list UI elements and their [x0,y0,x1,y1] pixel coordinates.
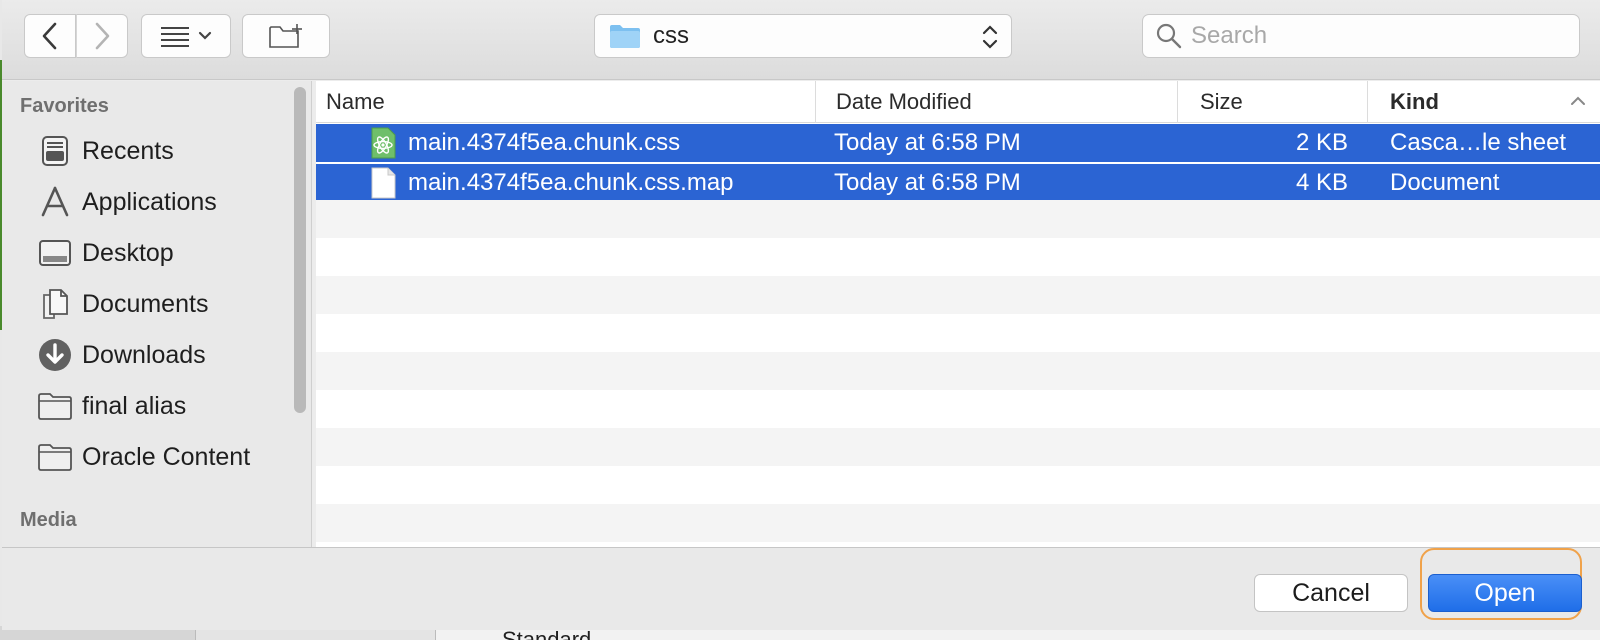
empty-row [316,352,1600,390]
sort-ascending-icon [1571,96,1585,105]
empty-row [316,466,1600,504]
applications-icon [36,183,74,221]
file-name: main.4374f5ea.chunk.css [408,129,681,156]
up-down-arrows-icon [982,25,998,49]
search-input[interactable] [1191,22,1551,50]
file-kind: Document [1390,169,1500,196]
view-options-button[interactable] [141,14,231,58]
file-name: main.4374f5ea.chunk.css.map [408,169,734,196]
file-size: 2 KB [1295,129,1348,156]
sidebar-item-recents[interactable]: Recents [36,127,286,175]
empty-row [316,428,1600,466]
new-folder-icon [269,24,302,48]
empty-row [316,504,1600,542]
empty-row [316,314,1600,352]
location-label: css [653,22,689,49]
sidebar-item-label: Oracle Content [82,442,251,471]
css-file-icon [370,124,398,162]
column-header-name[interactable]: Name [316,81,816,123]
sidebar-item-label: Recents [82,136,174,165]
new-folder-button[interactable] [242,14,330,58]
file-kind: Casca…le sheet [1390,129,1567,156]
cancel-button[interactable]: Cancel [1254,574,1408,612]
open-button[interactable]: Open [1428,574,1582,612]
sidebar: Favorites Recents Applications Desktop D… [2,81,312,547]
file-rows: main.4374f5ea.chunk.css Today at 6:58 PM… [316,124,1600,542]
documents-icon [36,285,74,323]
table-row[interactable]: main.4374f5ea.chunk.css Today at 6:58 PM… [316,124,1600,162]
empty-row [316,238,1600,276]
chevron-right-icon [95,22,110,50]
column-header-date-modified[interactable]: Date Modified [816,81,1178,123]
background-text: Standard [502,627,592,640]
sidebar-item-label: final alias [82,391,187,420]
column-headers: Name Date Modified Size Kind [316,81,1600,123]
empty-row [316,200,1600,238]
file-date: Today at 6:58 PM [834,129,1021,156]
chevron-left-icon [42,22,57,50]
search-icon [1156,23,1182,49]
sidebar-item-label: Desktop [82,238,174,267]
sidebar-item-label: Applications [82,187,217,216]
desktop-icon [36,234,74,272]
sidebar-item-oracle-content[interactable]: Oracle Content [36,433,286,481]
location-popup[interactable]: css [594,14,1012,58]
document-file-icon [370,164,398,202]
file-size: 4 KB [1295,169,1348,196]
sidebar-item-downloads[interactable]: Downloads [36,331,286,379]
column-header-size[interactable]: Size [1178,81,1368,123]
sidebar-item-documents[interactable]: Documents [36,280,286,328]
dialog-footer: Cancel Open [2,547,1600,630]
downloads-icon [36,336,74,374]
recents-icon [36,132,74,170]
sidebar-item-desktop[interactable]: Desktop [36,229,286,277]
folder-icon [36,387,74,425]
sidebar-heading-favorites: Favorites [20,95,109,117]
back-button[interactable] [24,14,76,58]
search-field[interactable] [1142,14,1580,58]
sidebar-heading-media: Media [20,509,77,531]
folder-icon [610,25,640,48]
sidebar-item-label: Documents [82,289,209,318]
open-file-dialog: css Favorites Recents [2,0,1600,630]
file-date: Today at 6:58 PM [834,169,1021,196]
list-view-icon [161,27,189,47]
folder-icon [36,438,74,476]
sidebar-item-applications[interactable]: Applications [36,178,286,226]
sidebar-scrollbar[interactable] [294,87,306,413]
table-row[interactable]: main.4374f5ea.chunk.css.map Today at 6:5… [316,162,1600,200]
forward-button[interactable] [76,14,128,58]
sidebar-item-label: Downloads [82,340,206,369]
empty-row [316,390,1600,428]
toolbar: css [2,0,1600,80]
sidebar-item-final-alias[interactable]: final alias [36,382,286,430]
file-list: Name Date Modified Size Kind main.4374f5… [316,81,1600,547]
column-header-kind[interactable]: Kind [1368,81,1600,123]
empty-row [316,276,1600,314]
chevron-down-icon [198,31,212,40]
